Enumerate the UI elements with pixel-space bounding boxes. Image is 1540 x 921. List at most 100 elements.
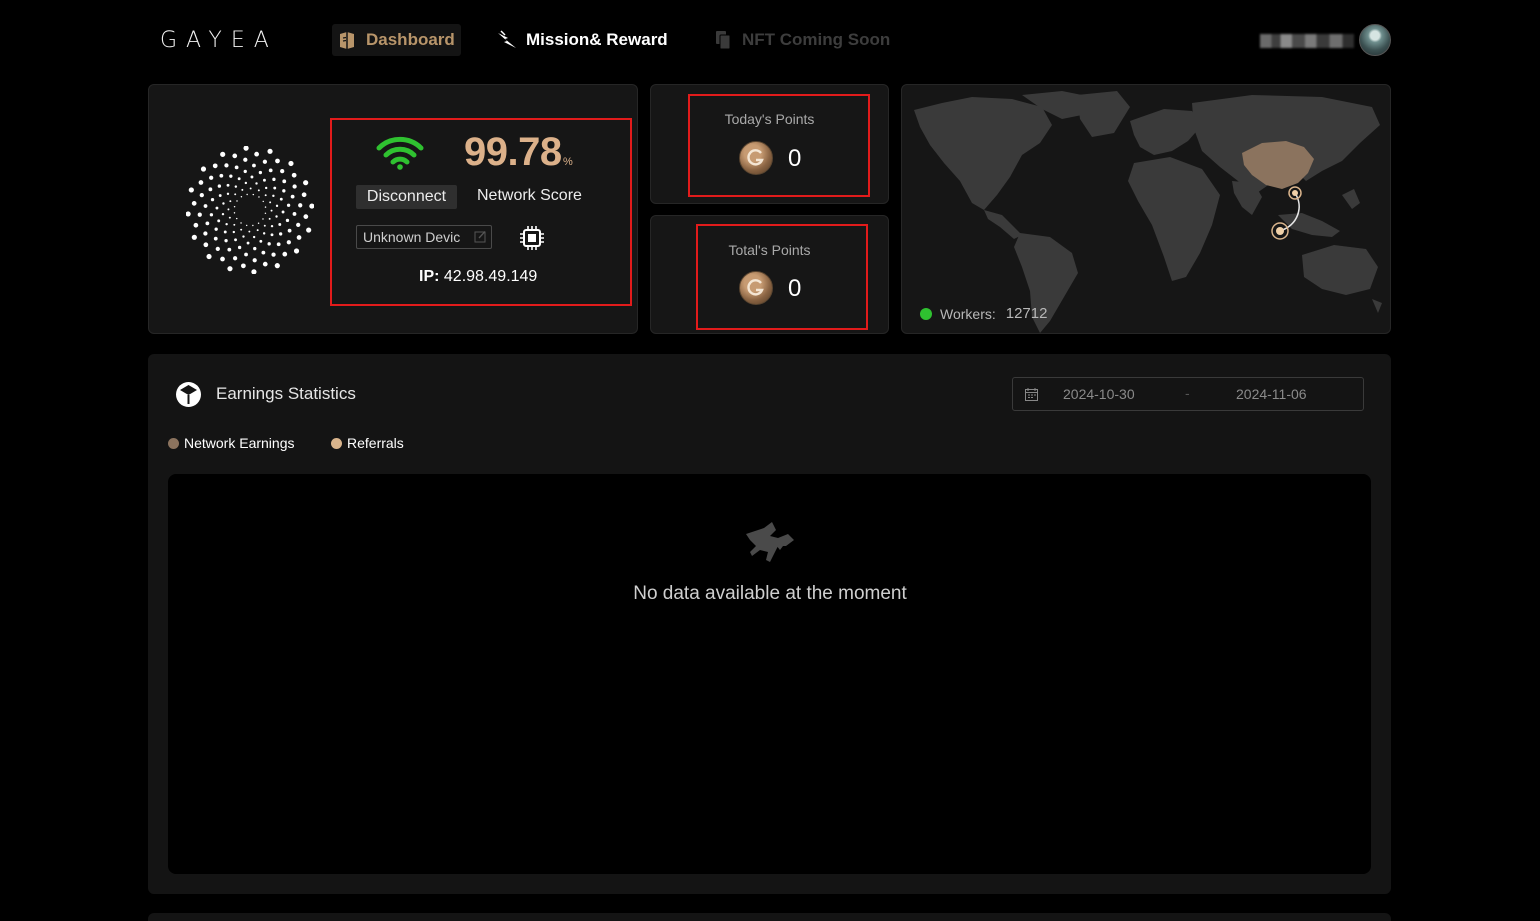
spiral-dot xyxy=(256,229,259,232)
spiral-dot xyxy=(306,227,312,233)
spiral-dot xyxy=(257,189,260,192)
todays-points-label: Today's Points xyxy=(724,111,815,127)
spiral-dot xyxy=(217,219,221,223)
totals-points-value: 0 xyxy=(788,275,802,302)
nav-mission-label: Mission& Reward xyxy=(526,30,668,49)
logo[interactable]: GAYEA xyxy=(160,27,278,53)
spiral-dot xyxy=(270,224,274,228)
spiral-dot xyxy=(188,187,194,193)
spiral-dot xyxy=(291,172,297,178)
spiral-dot xyxy=(296,222,301,228)
spiral-dot xyxy=(264,186,268,190)
avatar[interactable] xyxy=(1359,24,1391,56)
spiral-dot xyxy=(292,212,297,216)
spiral-dot xyxy=(234,185,238,188)
network-score-unit: % xyxy=(563,156,573,168)
edit-icon[interactable] xyxy=(474,230,487,243)
spiral-dot xyxy=(280,169,285,174)
spiral-dot xyxy=(252,224,254,227)
spiral-dot xyxy=(262,261,268,267)
legend-referrals[interactable]: Referrals xyxy=(331,435,404,451)
spiral-dot xyxy=(244,181,248,185)
ip-address: IP: 42.98.49.149 xyxy=(419,268,537,286)
network-score-value: 99.78 xyxy=(464,130,562,174)
spiral-dot xyxy=(282,251,288,257)
spiral-dot xyxy=(270,233,274,237)
online-dot-icon xyxy=(920,307,932,320)
spiral-dot xyxy=(227,247,232,252)
spiral-dot xyxy=(244,252,248,257)
spiral-dot xyxy=(261,250,266,255)
spiral-dot xyxy=(262,200,264,203)
spiral-dot xyxy=(209,175,214,180)
spiral-dot xyxy=(262,159,268,164)
ip-label: IP: xyxy=(419,268,440,285)
date-range-picker[interactable]: 2024-10-30 - 2024-11-06 xyxy=(1012,377,1364,411)
spiral-dot xyxy=(226,183,230,187)
spiral-dot xyxy=(252,163,256,168)
device-name-field[interactable]: Unknown Devic xyxy=(356,225,492,249)
spiral-dot xyxy=(271,252,276,257)
spiral-dot xyxy=(276,242,281,247)
spiral-dot xyxy=(209,213,214,217)
spiral-dot xyxy=(262,232,266,235)
spiral-dot xyxy=(203,242,209,248)
spiral-dot xyxy=(253,246,257,251)
legend-network-earnings-label: Network Earnings xyxy=(184,435,295,451)
bottom-card-edge xyxy=(148,913,1391,921)
copy-icon xyxy=(712,29,734,51)
nav-nft-label: NFT Coming Soon xyxy=(742,30,891,49)
spiral-dot xyxy=(232,153,238,159)
spiral-dot xyxy=(224,163,229,168)
spiral-dot xyxy=(286,203,291,207)
world-map xyxy=(914,91,1382,333)
spiral-dot xyxy=(251,269,257,274)
spiral-dot xyxy=(269,201,272,204)
spiral-dot xyxy=(215,206,219,210)
spiral-dot xyxy=(267,242,271,246)
spiral-dot xyxy=(264,206,267,208)
spiral-dot xyxy=(309,203,314,209)
device-name-text: Unknown Devic xyxy=(363,229,461,245)
spiral-dot xyxy=(218,194,222,197)
legend-network-earnings[interactable]: Network Earnings xyxy=(168,435,295,451)
workers-indicator: Workers: 12712 xyxy=(920,305,1047,322)
spiral-dot xyxy=(290,194,295,199)
chip-icon[interactable] xyxy=(517,223,547,253)
spiral-dot xyxy=(279,197,283,201)
spiral-dot xyxy=(213,236,218,241)
spiral-dot xyxy=(208,187,213,192)
spiral-dot xyxy=(259,239,263,243)
spiral-dot xyxy=(241,188,244,191)
nav-dashboard[interactable]: Dashboard xyxy=(332,24,461,56)
spiral-dot xyxy=(288,160,294,167)
totals-points-label: Total's Points xyxy=(728,242,811,258)
spiral-dot xyxy=(226,192,230,196)
workers-count: 12712 xyxy=(1005,305,1048,322)
spiral-dot xyxy=(242,235,245,238)
spiral-dot xyxy=(217,184,222,188)
spiral-dot xyxy=(191,201,197,206)
cube-icon xyxy=(176,382,201,407)
spiral-dot xyxy=(203,204,208,208)
spiral-dot xyxy=(232,230,236,234)
network-score-label: Network Score xyxy=(477,187,582,204)
spiral-dot xyxy=(275,158,280,164)
spiral-dot xyxy=(214,227,218,231)
spiral-dot xyxy=(296,235,302,240)
date-end[interactable]: 2024-11-06 xyxy=(1236,386,1307,402)
spiral-dot xyxy=(275,204,279,208)
spiral-dot xyxy=(241,263,246,269)
nav-mission-reward[interactable]: Mission& Reward xyxy=(496,24,668,56)
user-name-blurred[interactable] xyxy=(1260,34,1354,48)
logo-text: GAYEA xyxy=(160,27,278,53)
date-start[interactable]: 2024-10-30 xyxy=(1063,386,1135,402)
spiral-dot xyxy=(286,240,291,245)
spiral-dot xyxy=(228,216,231,219)
spiral-dot xyxy=(219,173,224,178)
spiral-dot xyxy=(240,196,243,198)
spiral-dot xyxy=(212,163,218,169)
disconnect-button[interactable]: Disconnect xyxy=(356,185,457,209)
spiral-dot xyxy=(220,256,225,262)
spiral-dot xyxy=(270,209,273,212)
